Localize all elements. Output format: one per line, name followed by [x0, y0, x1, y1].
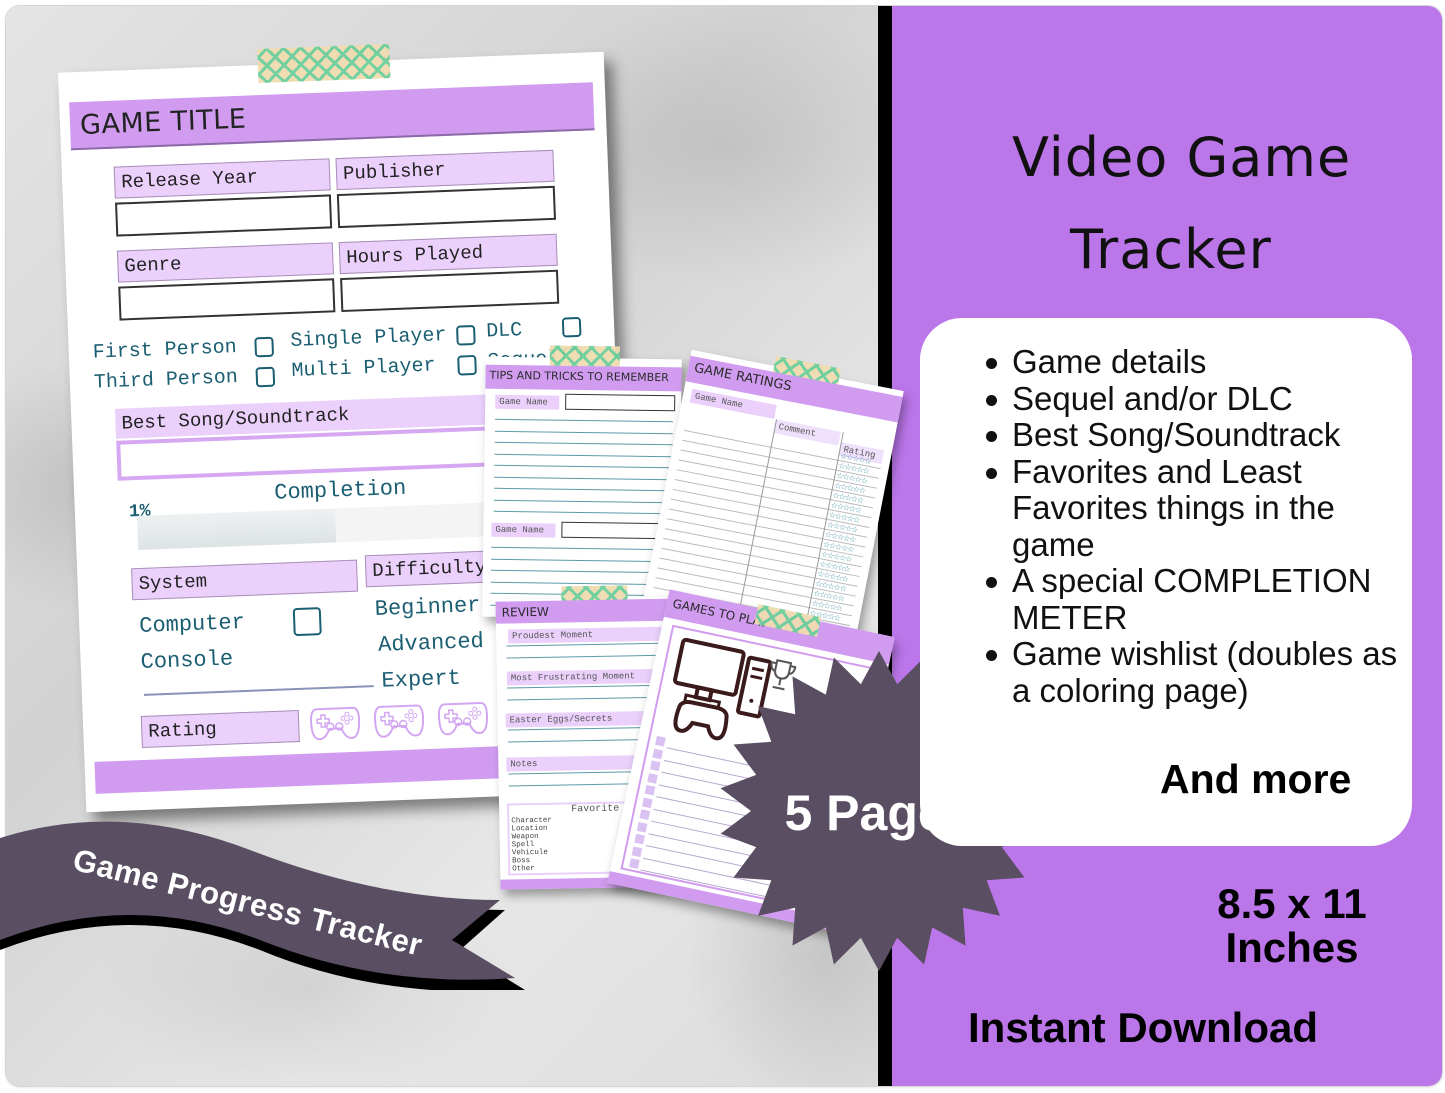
- completion-label: Completion: [273, 475, 407, 506]
- review-title: REVIEW: [501, 604, 549, 620]
- instant-download-text: Instant Download: [968, 1004, 1318, 1051]
- wishlist-checkbox[interactable]: [634, 833, 645, 845]
- favorite-header: Favorite: [571, 803, 620, 816]
- writing-line: [490, 581, 661, 585]
- wishlist-checkbox[interactable]: [655, 735, 666, 747]
- publisher-label: Publisher: [335, 149, 555, 191]
- writing-line: [506, 642, 677, 647]
- gamepad-icon[interactable]: [436, 697, 489, 739]
- single-player-checkbox[interactable]: [455, 324, 476, 346]
- difficulty-option-advanced: Advanced: [377, 628, 485, 658]
- section-rule: [143, 685, 374, 696]
- gamepad-icon[interactable]: [308, 702, 361, 744]
- feature-item: Game wishlist (doubles as a coloring pag…: [986, 635, 1412, 709]
- publisher-field[interactable]: [336, 185, 557, 229]
- sheet-title-bar: GAME TITLE: [69, 82, 595, 151]
- wishlist-checkbox[interactable]: [647, 772, 658, 784]
- size-text-line1: 8.5 x 11: [1217, 880, 1367, 927]
- game-name-label-2: Game Name: [491, 522, 556, 538]
- first-person-checkbox[interactable]: [254, 336, 275, 358]
- review-section-label: Most Frustrating Moment: [506, 668, 667, 686]
- game-name-field[interactable]: [565, 393, 676, 412]
- hours-played-label: Hours Played: [338, 233, 558, 275]
- game-name-label: Game Name: [495, 394, 560, 410]
- gamepad-icon[interactable]: [372, 699, 425, 741]
- washi-tape: [549, 345, 620, 367]
- wishlist-checkbox[interactable]: [639, 809, 651, 820]
- feature-list: Game details Sequel and/or DLC Best Song…: [986, 343, 1412, 709]
- writing-line: [494, 430, 673, 435]
- third-person-label: Third Person: [93, 366, 239, 395]
- writing-line: [493, 499, 672, 504]
- hours-played-field[interactable]: [340, 269, 560, 313]
- wishlist-checkbox[interactable]: [642, 797, 653, 808]
- sheet-title: GAME TITLE: [79, 103, 247, 141]
- product-title-line2: Tracker: [1070, 218, 1272, 281]
- wishlist-checkbox[interactable]: [652, 748, 664, 759]
- release-year-field[interactable]: [115, 194, 333, 237]
- writing-line: [506, 654, 677, 659]
- review-section-label: Proudest Moment: [508, 626, 679, 644]
- writing-line: [494, 441, 673, 446]
- writing-line: [491, 546, 662, 551]
- product-title-line1: Video Game: [1012, 126, 1352, 189]
- and-more-text: And more: [1160, 756, 1352, 802]
- wishlist-checkbox[interactable]: [649, 760, 661, 772]
- genre-label: Genre: [116, 242, 334, 283]
- writing-line: [493, 487, 672, 492]
- writing-line: [490, 558, 661, 562]
- wishlist-checkbox[interactable]: [644, 784, 656, 796]
- writing-line: [494, 464, 673, 469]
- system-label: System: [131, 559, 359, 601]
- feature-item: Game details: [986, 343, 1412, 381]
- ratings-col-comment: Comment: [773, 419, 841, 446]
- wishlist-checkbox[interactable]: [631, 845, 643, 857]
- dlc-checkbox[interactable]: [561, 316, 582, 338]
- release-year-label: Release Year: [113, 158, 331, 199]
- writing-line: [493, 510, 672, 515]
- first-person-label: First Person: [92, 336, 238, 365]
- wishlist-checkbox[interactable]: [636, 821, 648, 833]
- system-option-computer: Computer: [138, 609, 246, 640]
- single-player-label: Single Player: [290, 324, 447, 354]
- washi-tape: [257, 44, 391, 84]
- difficulty-option-expert: Expert: [381, 665, 462, 694]
- dlc-label: DLC: [485, 319, 523, 344]
- size-text-line2: Inches: [1225, 924, 1359, 971]
- writing-line: [494, 453, 673, 458]
- writing-line: [494, 476, 673, 481]
- completion-meter-fill: [137, 508, 337, 551]
- multi-player-label: Multi Player: [291, 354, 437, 383]
- third-person-checkbox[interactable]: [255, 366, 276, 388]
- difficulty-option-beginner: Beginner: [374, 592, 481, 622]
- writing-line: [490, 569, 661, 574]
- review-section-label: Easter Eggs/Secrets: [505, 710, 656, 728]
- writing-line: [494, 418, 673, 423]
- system-checkbox[interactable]: [292, 607, 322, 637]
- feature-item: Sequel and/or DLC: [986, 380, 1412, 418]
- rating-label: Rating: [140, 709, 300, 749]
- feature-item: Favorites and Least Favorites things in …: [986, 453, 1412, 564]
- feature-item: A special COMPLETION METER: [986, 562, 1412, 636]
- system-option-console: Console: [140, 646, 234, 676]
- wishlist-checkbox[interactable]: [629, 858, 640, 869]
- review-section-label: Notes: [506, 755, 647, 772]
- tips-title: TIPS AND TRICKS TO REMEMBER: [489, 368, 669, 385]
- feature-item: Best Song/Soundtrack: [986, 416, 1412, 454]
- genre-field[interactable]: [118, 278, 336, 321]
- multi-player-checkbox[interactable]: [457, 354, 477, 376]
